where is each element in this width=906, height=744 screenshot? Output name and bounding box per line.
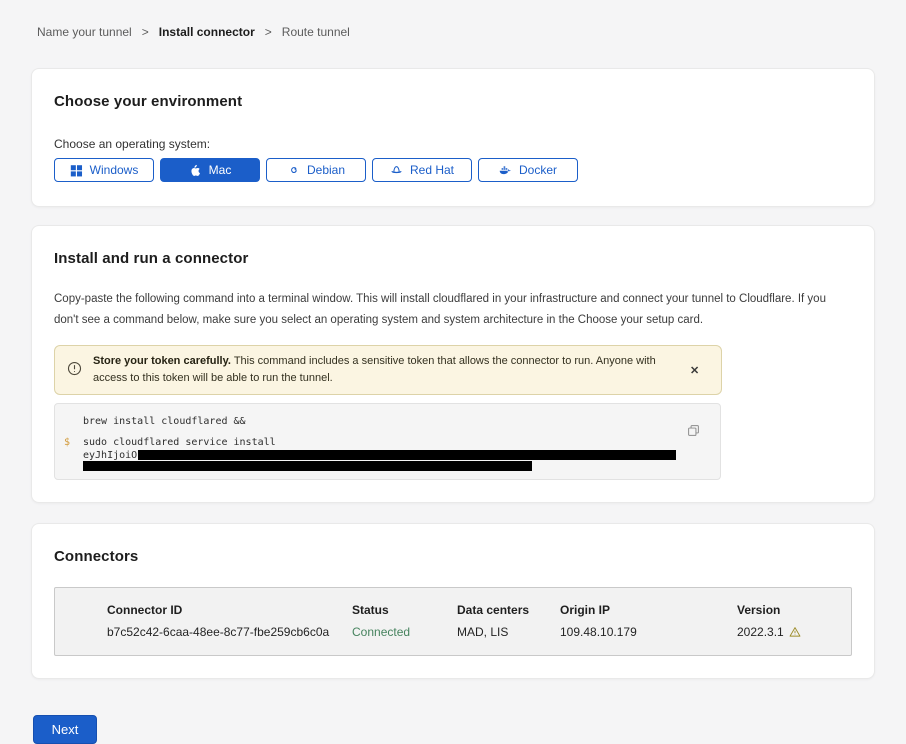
code-line-sudo: sudo cloudflared service install [83, 437, 704, 449]
connectors-card: Connectors Connector ID Status Data cent… [31, 523, 875, 679]
breadcrumb: Name your tunnel > Install connector > Route… [0, 0, 906, 39]
shell-prompt: $ [64, 437, 70, 448]
os-button-label: Docker [519, 163, 557, 177]
os-button-label: Mac [209, 163, 232, 177]
warning-message-bold: Store your token carefully. [93, 355, 231, 367]
install-connector-card: Install and run a connector Copy-paste t… [31, 225, 875, 503]
os-button-docker[interactable]: Docker [478, 158, 578, 182]
column-header-status: Status [352, 603, 457, 617]
column-header-data-centers: Data centers [457, 603, 560, 617]
choose-environment-card: Choose your environment Choose an operat… [31, 68, 875, 207]
connectors-title: Connectors [54, 548, 852, 565]
token-prefix: eyJhIjoiO [83, 450, 137, 461]
breadcrumb-separator: > [265, 25, 272, 39]
column-header-connector-id: Connector ID [107, 603, 352, 617]
windows-logo-icon [70, 164, 83, 177]
apple-logo-icon [189, 164, 202, 177]
status-badge: Connected [352, 625, 457, 639]
install-description: Copy-paste the following command into a … [54, 289, 852, 331]
version-text: 2022.3.1 [737, 625, 784, 639]
token-warning-banner: Store your token carefully. This command… [54, 345, 722, 395]
install-connector-title: Install and run a connector [54, 250, 852, 267]
column-header-version: Version [737, 603, 841, 617]
warning-message: Store your token carefully. This command… [93, 353, 675, 387]
operating-system-label: Choose an operating system: [54, 137, 852, 151]
connectors-table: Connector ID Status Data centers Origin … [54, 587, 852, 656]
page-content: Choose your environment Choose an operat… [0, 68, 906, 744]
docker-logo-icon [499, 164, 512, 177]
redacted-token-bar [138, 450, 676, 460]
os-button-label: Debian [307, 163, 345, 177]
code-command: $ sudo cloudflared service install eyJhI… [83, 437, 704, 471]
code-line-brew: brew install cloudflared && [83, 416, 704, 428]
redhat-logo-icon [390, 164, 403, 177]
token-line: eyJhIjoiO [83, 450, 704, 461]
alert-circle-icon [67, 361, 82, 376]
origin-ip-value: 109.48.10.179 [560, 625, 737, 639]
close-icon[interactable]: ✕ [686, 362, 703, 379]
connector-id-value: b7c52c42-6caa-48ee-8c77-fbe259cb6c0a [107, 625, 352, 639]
version-value: 2022.3.1 [737, 625, 841, 639]
os-button-redhat[interactable]: Red Hat [372, 158, 472, 182]
os-button-label: Red Hat [410, 163, 454, 177]
breadcrumb-separator: > [142, 25, 149, 39]
os-button-row: Windows Mac Debian Red Hat [54, 158, 852, 182]
data-centers-value: MAD, LIS [457, 625, 560, 639]
column-header-origin-ip: Origin IP [560, 603, 737, 617]
os-button-mac[interactable]: Mac [160, 158, 260, 182]
breadcrumb-step-name-your-tunnel[interactable]: Name your tunnel [37, 25, 132, 39]
table-header-row: Connector ID Status Data centers Origin … [107, 603, 841, 617]
breadcrumb-step-install-connector[interactable]: Install connector [159, 25, 255, 39]
os-button-label: Windows [90, 163, 139, 177]
os-button-debian[interactable]: Debian [266, 158, 366, 182]
choose-environment-title: Choose your environment [54, 93, 852, 110]
redacted-token-bar [83, 461, 532, 471]
debian-logo-icon [287, 164, 300, 177]
table-row: b7c52c42-6caa-48ee-8c77-fbe259cb6c0a Con… [107, 625, 841, 639]
warning-triangle-icon [789, 626, 801, 638]
breadcrumb-step-route-tunnel[interactable]: Route tunnel [282, 25, 350, 39]
install-command-code-block: brew install cloudflared && $ sudo cloud… [54, 403, 721, 480]
os-button-windows[interactable]: Windows [54, 158, 154, 182]
